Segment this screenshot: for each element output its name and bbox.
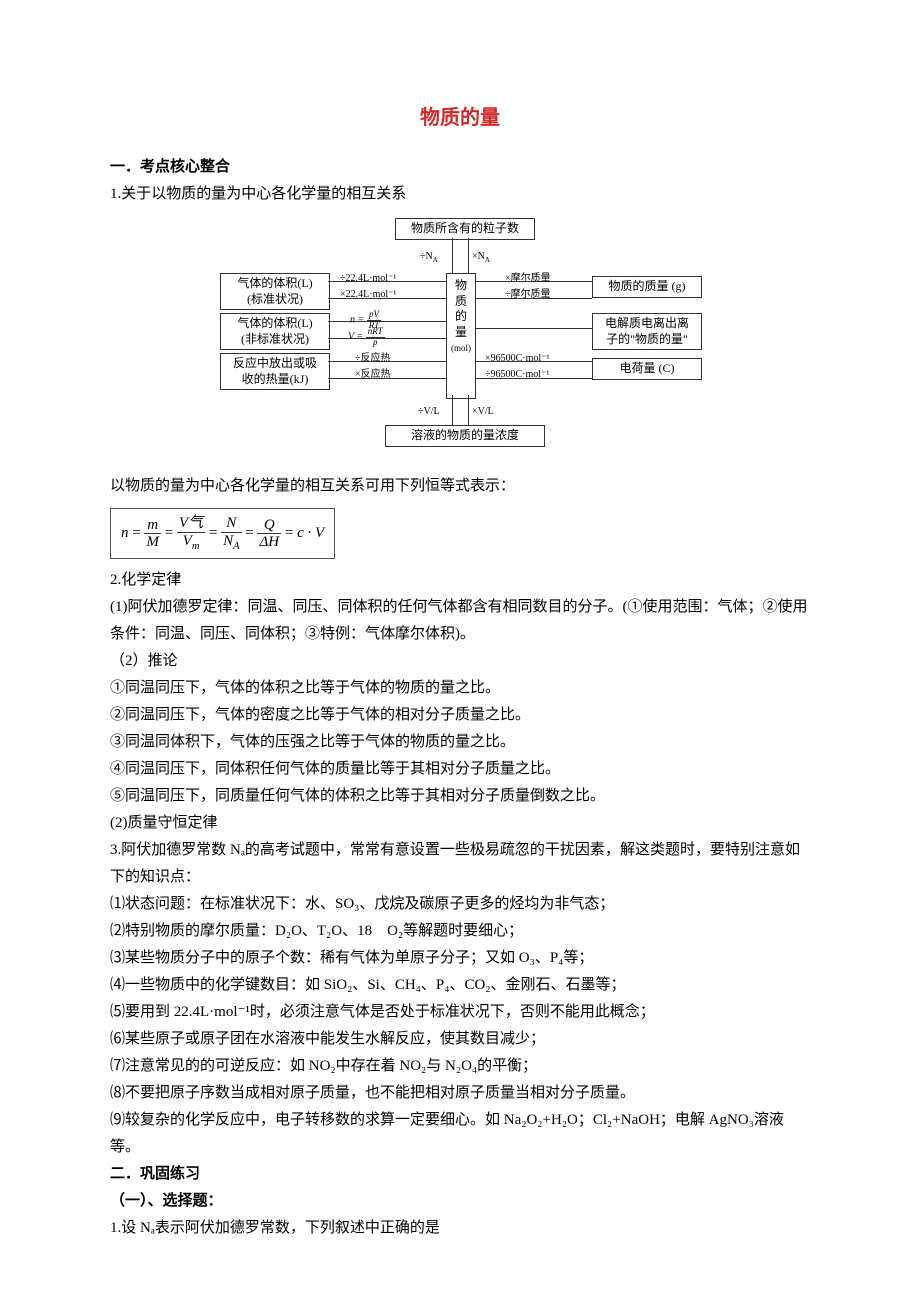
page-title: 物质的量 bbox=[110, 100, 810, 136]
para-1-3-9: ⑼较复杂的化学反应中，电子转移数的求算一定要细心。如 Na₂O₂+H₂O；Cl₂… bbox=[110, 1107, 810, 1161]
para-1-3-7: ⑺注意常见的的可逆反应：如 NO₂中存在着 NO₂与 N₂O₄的平衡； bbox=[110, 1053, 810, 1080]
para-1-2-2b: ②同温同压下，气体的密度之比等于气体的相对分子质量之比。 bbox=[110, 702, 810, 729]
diagram-lbl-topr: ×NA bbox=[472, 248, 490, 267]
diagram-box-top: 物质所含有的粒子数 bbox=[395, 218, 535, 240]
section-1-heading: 一．考点核心整合 bbox=[110, 154, 810, 181]
diagram-lbl-r1b: ÷摩尔质量 bbox=[505, 286, 551, 304]
para-1-2-2d: ④同温同压下，同体积任何气体的质量比等于其相对分子质量之比。 bbox=[110, 756, 810, 783]
para-1-2-1: (1)阿伏加德罗定律：同温、同压、同体积的任何气体都含有相同数目的分子。(①使用… bbox=[110, 594, 810, 648]
para-1-2-3: (2)质量守恒定律 bbox=[110, 810, 810, 837]
diagram-lbl-r3b: ÷96500C·mol⁻¹ bbox=[485, 366, 549, 384]
para-1-3: 3.阿伏加德罗常数 Nₐ的高考试题中，常常有意设置一些极易疏忽的干扰因素，解这类… bbox=[110, 837, 810, 891]
diagram-box-l3: 反应中放出或吸收的热量(kJ) bbox=[220, 353, 330, 390]
diagram-box-r3: 电荷量 (C) bbox=[592, 358, 702, 380]
para-1-3-1: ⑴状态问题：在标准状况下：水、SO₃、戊烷及碳原子更多的烃均为非气态； bbox=[110, 891, 810, 918]
para-1-2-2a: ①同温同压下，气体的体积之比等于气体的物质的量之比。 bbox=[110, 675, 810, 702]
para-1-3-6: ⑹某些原子或原子团在水溶液中能发生水解反应，使其数目减少； bbox=[110, 1026, 810, 1053]
formula-box: n = mM = V气Vm = NNA = QΔH = c · V bbox=[110, 508, 335, 559]
diagram-lbl-l3b: ×反应热 bbox=[355, 366, 391, 384]
diagram-box-center: 物质的量(mol) bbox=[446, 273, 476, 399]
para-1-2-2e: ⑤同温同压下，同质量任何气体的体积之比等于其相对分子质量倒数之比。 bbox=[110, 783, 810, 810]
para-1-1: 1.关于以物质的量为中心各化学量的相互关系 bbox=[110, 181, 810, 208]
para-1-3-8: ⑻不要把原子序数当成相对原子质量，也不能把相对原子质量当相对分子质量。 bbox=[110, 1080, 810, 1107]
diagram-lbl-topl: ÷NA bbox=[420, 248, 438, 267]
para-1-3-5: ⑸要用到 22.4L·mol⁻¹时，必须注意气体是否处于标准状况下，否则不能用此… bbox=[110, 999, 810, 1026]
section-2-heading: 二．巩固练习 bbox=[110, 1161, 810, 1188]
diagram-box-r2: 电解质电离出离子的"物质的量" bbox=[592, 313, 702, 350]
para-1-3-3: ⑶某些物质分子中的原子个数：稀有气体为单原子分子；又如 O₃、P₄等； bbox=[110, 945, 810, 972]
para-1-2: 2.化学定律 bbox=[110, 567, 810, 594]
diagram-box-r1: 物质的质量 (g) bbox=[592, 276, 702, 298]
diagram-lbl-bl: ÷V/L bbox=[418, 403, 440, 421]
para-1-3-4: ⑷一些物质中的化学键数目：如 SiO₂、Si、CH₄、P₄、CO₂、金刚石、石墨… bbox=[110, 972, 810, 999]
diagram-lbl-l2b: V = nRTp bbox=[348, 327, 385, 348]
diagram-box-l1: 气体的体积(L)(标准状况) bbox=[220, 273, 330, 310]
para-1-2-2c: ③同温同体积下，气体的压强之比等于气体的物质的量之比。 bbox=[110, 729, 810, 756]
para-after-diagram: 以物质的量为中心各化学量的相互关系可用下列恒等式表示： bbox=[110, 473, 810, 500]
relation-diagram: 物质所含有的粒子数 ÷NA ×NA 物质的量(mol) 气体的体积(L)(标准状… bbox=[110, 218, 810, 463]
question-1: 1.设 Nₐ表示阿伏加德罗常数，下列叙述中正确的是 bbox=[110, 1215, 810, 1242]
para-1-3-2: ⑵特别物质的摩尔质量：D₂O、T₂O、18 O₂等解题时要细心； bbox=[110, 918, 810, 945]
diagram-box-l2: 气体的体积(L)(非标准状况) bbox=[220, 313, 330, 350]
diagram-lbl-l1b: ×22.4L·mol⁻¹ bbox=[340, 286, 396, 304]
diagram-lbl-br: ×V/L bbox=[472, 403, 494, 421]
para-1-2-2h: （2）推论 bbox=[110, 648, 810, 675]
section-2-sub: （一）、选择题： bbox=[110, 1188, 810, 1215]
diagram-box-bottom: 溶液的物质的量浓度 bbox=[385, 425, 545, 447]
